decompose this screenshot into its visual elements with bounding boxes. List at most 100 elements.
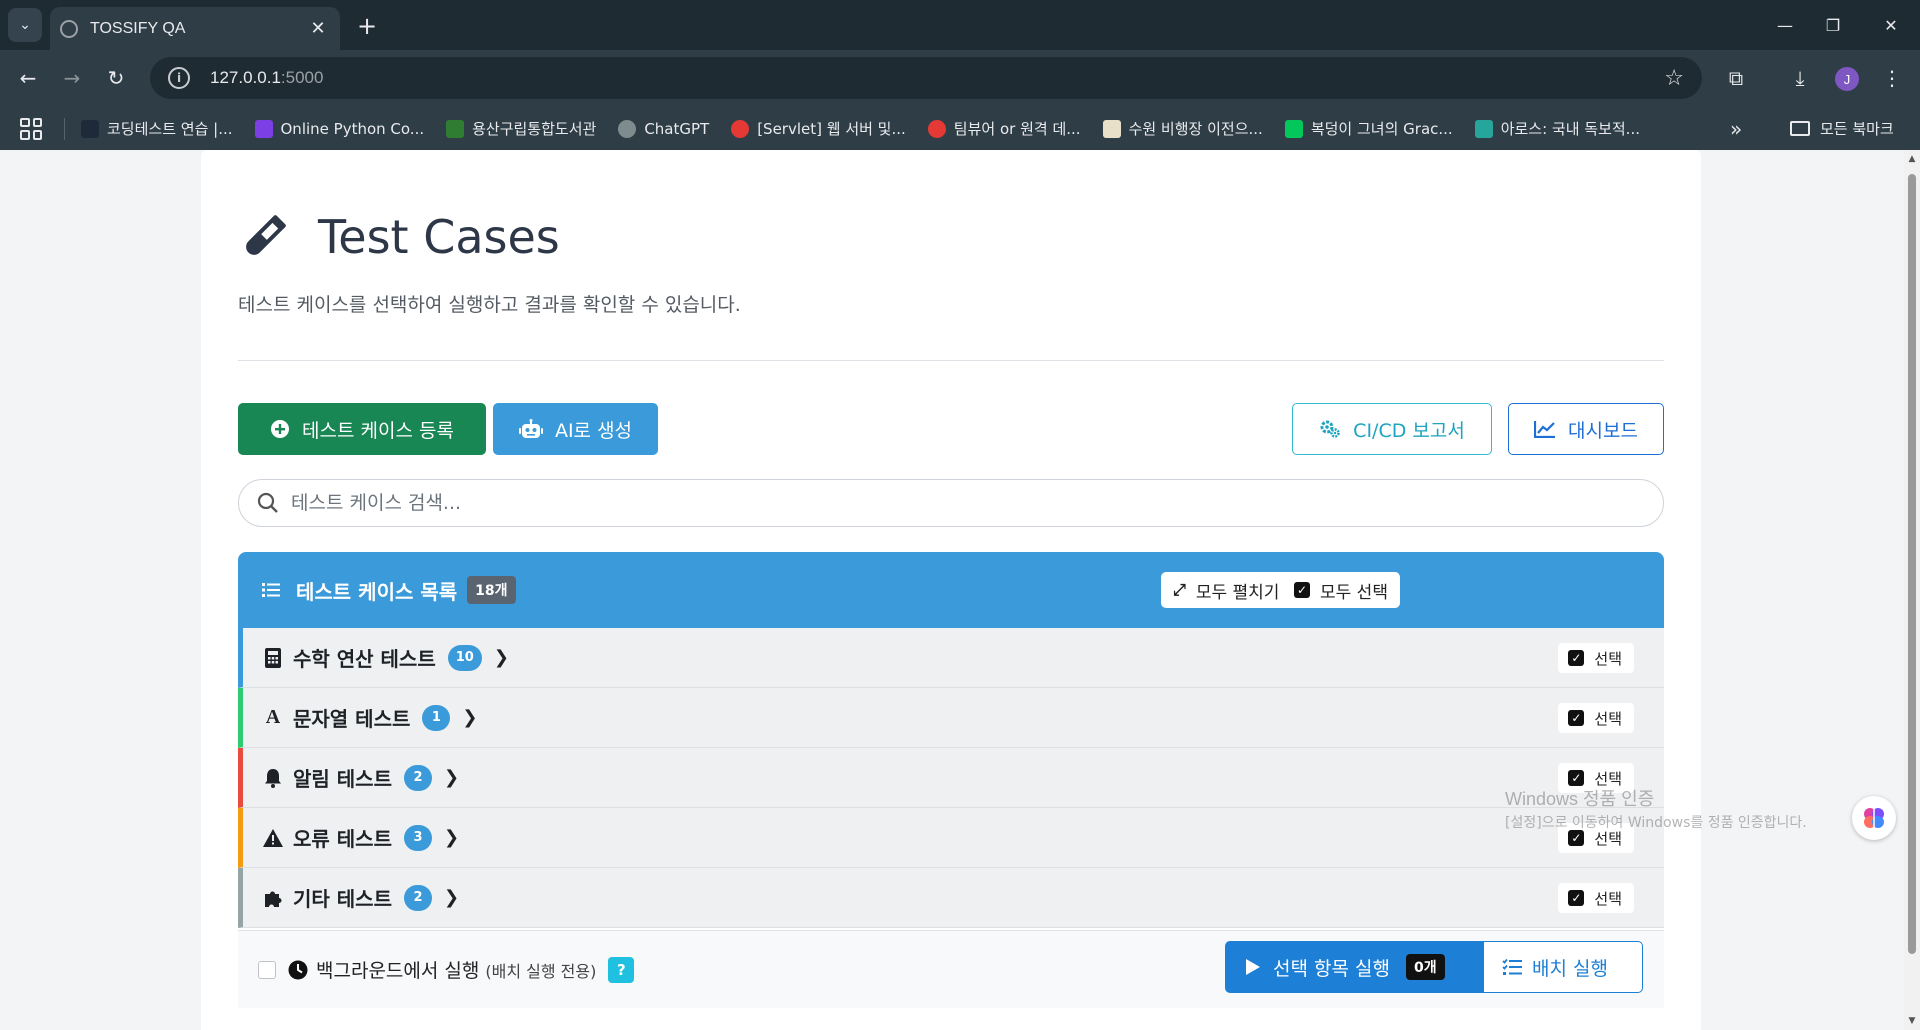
category-select-button[interactable]: ✓ 선택: [1558, 883, 1634, 913]
select-all-button[interactable]: ✓ 모두 선택: [1282, 572, 1400, 608]
run-selected-label: 선택 항목 실행: [1273, 957, 1390, 980]
run-button-group: 선택 항목 실행 0개 배치 실행: [1225, 941, 1643, 993]
download-icon[interactable]: ⤓: [1784, 62, 1816, 94]
tab-title: TOSSIFY QA: [90, 19, 186, 37]
search-input[interactable]: [291, 492, 1663, 514]
reload-icon[interactable]: ↻: [100, 62, 132, 94]
checkbox-checked-icon: ✓: [1568, 710, 1585, 726]
register-button-label: 테스트 케이스 등록: [302, 419, 454, 442]
close-window-icon[interactable]: ✕: [1868, 8, 1914, 42]
ai-generate-button[interactable]: AI로 생성: [493, 403, 658, 455]
tab-close-icon[interactable]: ✕: [306, 18, 330, 39]
new-tab-plus-icon[interactable]: +: [352, 11, 382, 41]
brain-assistant-icon[interactable]: [1852, 796, 1896, 840]
bookmark-item[interactable]: 용산구립통합도서관: [446, 118, 596, 139]
batch-run-label: 배치 실행: [1532, 957, 1608, 980]
select-label: 선택: [1594, 889, 1622, 908]
bookmark-item[interactable]: 아로스: 국내 독보적...: [1474, 118, 1640, 139]
play-icon: [1246, 959, 1260, 975]
browser-toolbar: ← → ↻ i 127.0.0.1:5000 ☆ ⧉ ⤓ ⋮: [0, 50, 1920, 107]
search-icon: [257, 492, 278, 513]
search-box: [238, 479, 1664, 527]
help-question-icon[interactable]: ?: [608, 956, 635, 983]
clock-icon: [288, 960, 308, 979]
test-case-list-header: 테스트 케이스 목록 18개 ⤢ 모두 펼치기 ✓ 모두 선택: [238, 552, 1664, 628]
page-title: Test Cases: [318, 210, 560, 264]
ai-button-label: AI로 생성: [554, 419, 633, 442]
category-row-error[interactable]: 오류 테스트 3 ❯ ✓ 선택: [238, 808, 1664, 868]
bookmark-item[interactable]: ChatGPT: [618, 119, 709, 138]
bell-icon: [263, 768, 283, 788]
bookmark-favicon-icon: [254, 119, 273, 138]
category-row-math[interactable]: 수학 연산 테스트 10 ❯ ✓ 선택: [238, 628, 1664, 688]
category-name: 알림 테스트: [293, 767, 392, 791]
page-viewport: Test Cases 테스트 케이스를 선택하여 실행하고 결과를 확인할 수 …: [0, 150, 1904, 1030]
checkbox-checked-icon: ✓: [1294, 582, 1310, 598]
forward-arrow-icon[interactable]: →: [56, 62, 88, 94]
bookmark-item[interactable]: 복덩이 그녀의 Grac...: [1284, 118, 1453, 139]
address-bar[interactable]: i 127.0.0.1:5000 ☆: [150, 57, 1702, 99]
bookmark-item[interactable]: 수원 비행장 이전으...: [1102, 118, 1263, 139]
dashboard-button[interactable]: 대시보드: [1508, 403, 1664, 455]
scroll-up-arrow-icon[interactable]: ▲: [1907, 154, 1917, 164]
checkbox-checked-icon: ✓: [1568, 770, 1585, 786]
category-select-button[interactable]: ✓ 선택: [1558, 643, 1634, 673]
chevron-right-icon[interactable]: ❯: [444, 827, 459, 848]
all-bookmarks-folder[interactable]: 모든 북마크: [1790, 107, 1894, 150]
bookmark-favicon-icon: [1474, 119, 1493, 138]
flask-icon: [246, 215, 286, 255]
cicd-button-label: CI/CD 보고서: [1353, 419, 1465, 442]
expand-all-button[interactable]: ⤢ 모두 펼치기: [1161, 572, 1292, 608]
more-bookmarks-chevron-icon[interactable]: »: [1730, 107, 1742, 150]
active-tab[interactable]: TOSSIFY QA ✕: [50, 7, 340, 50]
back-arrow-icon[interactable]: ←: [12, 62, 44, 94]
bookmark-favicon-icon: [618, 119, 637, 138]
restore-icon[interactable]: ❐: [1810, 8, 1856, 42]
extensions-puzzle-icon[interactable]: ⧉: [1720, 62, 1752, 94]
line-chart-icon: [1534, 420, 1556, 438]
bookmark-favicon-icon: [731, 119, 750, 138]
dashboard-button-label: 대시보드: [1568, 419, 1638, 442]
bookmark-favicon-icon: [1284, 119, 1303, 138]
bookmark-item[interactable]: 팀뷰어 or 원격 데...: [927, 118, 1081, 139]
chevron-right-icon[interactable]: ❯: [444, 767, 459, 788]
category-select-button[interactable]: ✓ 선택: [1558, 703, 1634, 733]
bookmark-item[interactable]: Online Python Co...: [254, 119, 424, 138]
tab-search-chevron-icon[interactable]: ⌄: [8, 8, 42, 42]
expand-all-label: 모두 펼치기: [1195, 582, 1280, 603]
category-row-misc[interactable]: 기타 테스트 2 ❯ ✓ 선택: [238, 868, 1664, 928]
cicd-report-button[interactable]: CI/CD 보고서: [1292, 403, 1492, 455]
category-count-badge: 2: [403, 764, 432, 791]
category-row-notification[interactable]: 알림 테스트 2 ❯ ✓ 선택: [238, 748, 1664, 808]
bookmark-favicon-icon: [81, 119, 99, 138]
list-title: 테스트 케이스 목록: [296, 579, 458, 604]
scroll-down-arrow-icon[interactable]: ▼: [1907, 1016, 1917, 1026]
run-selected-button[interactable]: 선택 항목 실행 0개: [1225, 941, 1483, 993]
selected-count-badge: 0개: [1405, 954, 1445, 980]
chevron-right-icon[interactable]: ❯: [462, 707, 477, 728]
bookmark-favicon-icon: [1102, 119, 1121, 138]
main-card: Test Cases 테스트 케이스를 선택하여 실행하고 결과를 확인할 수 …: [201, 150, 1701, 1030]
page-subtitle: 테스트 케이스를 선택하여 실행하고 결과를 확인할 수 있습니다.: [238, 294, 741, 316]
category-row-string[interactable]: A 문자열 테스트 1 ❯ ✓ 선택: [238, 688, 1664, 748]
register-test-case-button[interactable]: 테스트 케이스 등록: [238, 403, 486, 455]
bookmark-item[interactable]: [Servlet] 웹 서버 및...: [731, 118, 906, 139]
list-check-icon: [1502, 958, 1522, 975]
background-run-checkbox[interactable]: [258, 960, 276, 979]
chevron-right-icon[interactable]: ❯: [444, 887, 459, 908]
profile-avatar[interactable]: J: [1835, 67, 1859, 91]
site-info-icon[interactable]: i: [168, 67, 190, 89]
chevron-right-icon[interactable]: ❯: [494, 647, 509, 668]
category-name: 오류 테스트: [293, 827, 392, 851]
apps-grid-icon[interactable]: [20, 117, 42, 140]
checkbox-checked-icon: ✓: [1568, 890, 1585, 906]
scroll-thumb[interactable]: [1908, 174, 1916, 954]
bookmark-separator: [64, 117, 65, 140]
minimize-icon[interactable]: —: [1762, 8, 1808, 42]
bookmark-star-icon[interactable]: ☆: [1664, 66, 1684, 91]
bookmark-item[interactable]: 코딩테스트 연습 |...: [81, 118, 233, 139]
page-scrollbar[interactable]: ▲ ▼: [1904, 150, 1920, 1030]
menu-kebab-icon[interactable]: ⋮: [1876, 62, 1908, 94]
batch-run-button[interactable]: 배치 실행: [1483, 941, 1643, 993]
select-label: 선택: [1594, 709, 1622, 728]
